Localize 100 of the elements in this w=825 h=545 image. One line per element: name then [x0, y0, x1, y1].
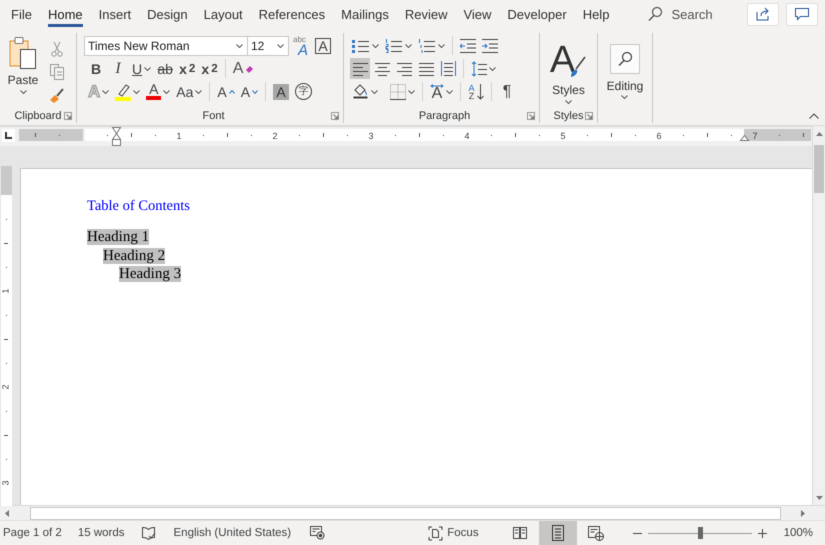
editing-button[interactable]: Editing [606, 34, 644, 108]
print-layout-button[interactable] [538, 521, 577, 545]
page-count[interactable]: Page 1 of 2 [3, 527, 62, 539]
enclose-characters-button[interactable]: 字 [293, 81, 314, 102]
paintbrush-icon [48, 86, 66, 102]
caret-up-icon [228, 90, 235, 94]
ruler-margin [1, 166, 12, 195]
tab-selector[interactable] [2, 129, 15, 142]
indent-marker[interactable] [112, 127, 122, 146]
collapse-ribbon-icon[interactable] [809, 113, 819, 119]
caret-icon [489, 66, 496, 70]
caret-icon [438, 44, 445, 48]
dialog-launcher-icon[interactable] [585, 112, 593, 120]
search-icon [616, 50, 633, 66]
strikethrough-button[interactable]: ab [155, 58, 176, 79]
font-size-dropdown[interactable]: 12 [247, 36, 289, 56]
search-box[interactable]: Search [643, 2, 717, 26]
zoom-in-button[interactable] [758, 528, 767, 538]
align-center-icon [374, 61, 390, 76]
align-left-button[interactable] [350, 58, 370, 79]
align-left-icon [352, 61, 368, 76]
caret-icon [408, 90, 415, 94]
align-justify-icon [418, 61, 434, 76]
tab-stop-icon [5, 132, 12, 139]
paste-button[interactable]: Paste [8, 36, 38, 94]
toc-entry[interactable]: Heading 1 [87, 229, 150, 245]
language-status[interactable]: English (United States) [174, 527, 292, 539]
bold-button[interactable]: B [86, 58, 106, 79]
align-distribute-icon [440, 61, 456, 76]
book-icon [512, 526, 528, 540]
plus-icon [758, 528, 767, 538]
zoom-level[interactable]: 100% [784, 527, 813, 539]
borders-button[interactable] [388, 81, 417, 102]
grow-font-button[interactable]: A [215, 81, 237, 102]
font-color-button[interactable]: A [144, 81, 172, 102]
share-button[interactable] [747, 2, 779, 26]
caret-icon [144, 66, 152, 70]
caret-icon [195, 90, 202, 94]
styles-button[interactable]: A Styles [550, 35, 588, 108]
focus-button[interactable]: Focus [428, 526, 479, 540]
align-distribute-button[interactable] [438, 58, 458, 79]
arrow-up-icon [816, 132, 822, 136]
group-label: Clipboard [14, 110, 62, 122]
horizontal-scrollbar-thumb[interactable] [30, 506, 781, 520]
increase-indent-icon [482, 38, 498, 52]
change-case-button[interactable]: Aa [174, 81, 204, 102]
caret-icon [133, 90, 140, 94]
comments-button[interactable] [786, 2, 818, 26]
group-label: Styles [554, 110, 584, 122]
ruler-number: 1 [176, 131, 182, 141]
caret-down-icon [252, 90, 258, 94]
proofing-button[interactable] [142, 526, 156, 540]
dialog-launcher-icon[interactable] [64, 112, 72, 120]
caret-icon [163, 90, 170, 94]
word-count[interactable]: 15 words [78, 527, 124, 539]
minus-icon [632, 532, 642, 534]
styles-letter: A [550, 40, 572, 78]
macro-record-button[interactable] [310, 526, 326, 540]
align-right-icon [396, 61, 412, 76]
caret-icon [446, 90, 453, 94]
share-icon [755, 7, 771, 21]
character-border-button[interactable]: A [313, 35, 333, 56]
group-label: Font [202, 110, 224, 122]
dialog-launcher-icon[interactable] [331, 112, 339, 120]
ruler-margin [744, 129, 811, 141]
sort-button[interactable]: A Z [466, 81, 486, 102]
group-label: Paragraph [418, 110, 470, 122]
caret-icon [20, 90, 26, 94]
numbering-icon [385, 38, 403, 52]
caret-icon [372, 44, 379, 48]
right-indent-marker[interactable] [739, 134, 750, 141]
ruler-number: 2 [272, 131, 278, 141]
focus-icon [428, 526, 444, 540]
toc-entry[interactable]: Heading 3 [119, 266, 182, 282]
asian-layout-button[interactable]: A [428, 81, 455, 102]
phonetic-guide-button[interactable]: abc A [291, 35, 311, 56]
character-shading-button[interactable]: A [271, 81, 292, 102]
clear-formatting-button[interactable]: A [230, 58, 256, 79]
font-name-dropdown[interactable]: Times New Roman [84, 36, 248, 56]
caret-icon [102, 90, 110, 94]
comment-icon [794, 7, 810, 21]
toc-title: Table of Contents [87, 198, 190, 215]
dialog-launcher-icon[interactable] [527, 112, 535, 120]
vertical-scrollbar-thumb[interactable] [814, 145, 824, 193]
highlighter-icon [115, 82, 132, 100]
underline-button[interactable]: U [130, 58, 154, 79]
search-icon [647, 6, 664, 22]
arrow-down-icon [476, 84, 484, 100]
show-marks-button[interactable]: ¶ [497, 81, 517, 102]
ruler-number: 5 [560, 131, 566, 141]
zoom-slider-thumb[interactable] [698, 527, 703, 539]
italic-button[interactable]: I [108, 58, 128, 79]
toc-entry[interactable]: Heading 2 [103, 248, 166, 264]
caret-icon [371, 90, 378, 94]
arrow-left-icon [5, 510, 9, 516]
shrink-font-button[interactable]: A [238, 81, 260, 102]
caret-icon [277, 44, 284, 48]
ruler-number: 7 [752, 131, 758, 141]
arrow-down-icon [816, 496, 822, 500]
globe-page-icon [588, 526, 604, 540]
